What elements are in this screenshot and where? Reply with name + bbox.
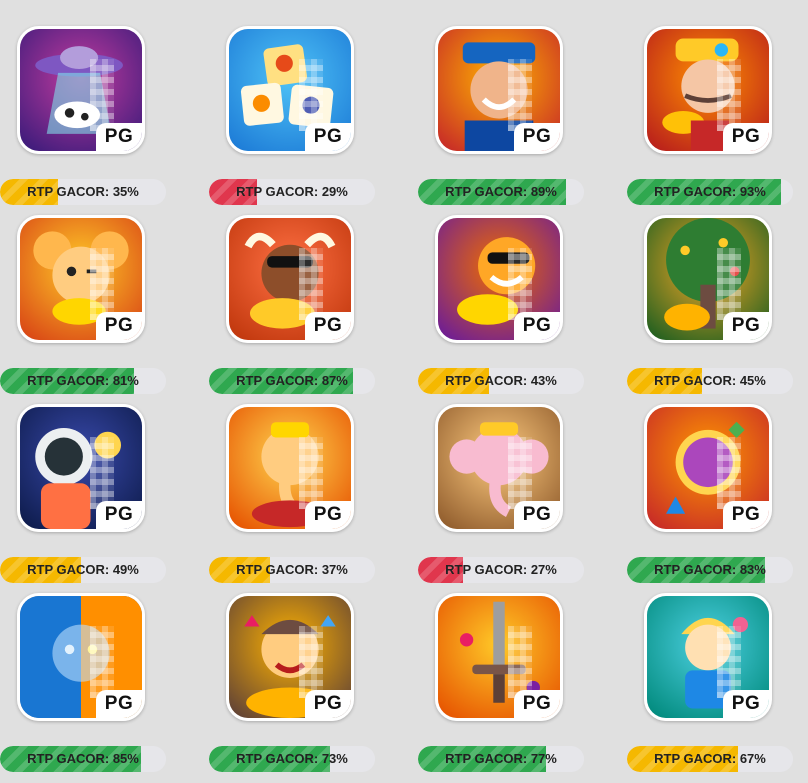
game-card[interactable]: PG RTP GACOR: 27% bbox=[418, 404, 588, 594]
rtp-label: RTP GACOR: 45% bbox=[654, 373, 766, 388]
pixel-fade-decoration bbox=[717, 248, 741, 320]
rtp-label: RTP GACOR: 83% bbox=[654, 562, 766, 577]
rtp-label: RTP GACOR: 67% bbox=[654, 751, 766, 766]
pg-logo-badge: PG bbox=[723, 312, 769, 340]
rtp-label: RTP GACOR: 37% bbox=[236, 562, 348, 577]
game-card[interactable]: PG RTP GACOR: 89% bbox=[418, 26, 588, 216]
pg-logo-badge: PG bbox=[514, 123, 560, 151]
rtp-label: RTP GACOR: 77% bbox=[445, 751, 557, 766]
rtp-progress-bar: RTP GACOR: 89% bbox=[418, 179, 584, 205]
rtp-progress-bar: RTP GACOR: 81% bbox=[0, 368, 166, 394]
pixel-fade-decoration bbox=[90, 248, 114, 320]
pg-logo-badge: PG bbox=[96, 501, 142, 529]
pg-logo-badge: PG bbox=[96, 123, 142, 151]
game-card[interactable]: PG RTP GACOR: 67% bbox=[627, 593, 797, 783]
pixel-fade-decoration bbox=[717, 626, 741, 698]
pixel-fade-decoration bbox=[508, 437, 532, 509]
game-card[interactable]: PG RTP GACOR: 87% bbox=[209, 215, 379, 405]
game-thumbnail[interactable]: PG bbox=[17, 215, 145, 343]
rtp-progress-bar: RTP GACOR: 77% bbox=[418, 746, 584, 772]
pg-logo-badge: PG bbox=[96, 312, 142, 340]
pixel-fade-decoration bbox=[299, 59, 323, 131]
game-card[interactable]: PG RTP GACOR: 35% bbox=[0, 26, 170, 216]
game-thumbnail[interactable]: PG bbox=[17, 593, 145, 721]
rtp-progress-bar: RTP GACOR: 73% bbox=[209, 746, 375, 772]
game-thumbnail[interactable]: PG bbox=[435, 215, 563, 343]
pg-logo-badge: PG bbox=[305, 690, 351, 718]
game-card[interactable]: PG RTP GACOR: 77% bbox=[418, 593, 588, 783]
rtp-label: RTP GACOR: 87% bbox=[236, 373, 348, 388]
game-thumbnail[interactable]: PG bbox=[644, 215, 772, 343]
pixel-fade-decoration bbox=[717, 437, 741, 509]
game-card[interactable]: PG RTP GACOR: 81% bbox=[0, 215, 170, 405]
pixel-fade-decoration bbox=[299, 437, 323, 509]
rtp-label: RTP GACOR: 85% bbox=[27, 751, 139, 766]
pixel-fade-decoration bbox=[508, 626, 532, 698]
game-grid: PG RTP GACOR: 35% PG RTP GACOR: 29% PG RTP … bbox=[0, 0, 808, 772]
game-thumbnail[interactable]: PG bbox=[226, 26, 354, 154]
rtp-label: RTP GACOR: 93% bbox=[654, 184, 766, 199]
rtp-label: RTP GACOR: 73% bbox=[236, 751, 348, 766]
rtp-label: RTP GACOR: 29% bbox=[236, 184, 348, 199]
rtp-label: RTP GACOR: 35% bbox=[27, 184, 139, 199]
game-thumbnail[interactable]: PG bbox=[644, 404, 772, 532]
rtp-progress-bar: RTP GACOR: 93% bbox=[627, 179, 793, 205]
pg-logo-badge: PG bbox=[305, 501, 351, 529]
pixel-fade-decoration bbox=[90, 59, 114, 131]
rtp-progress-bar: RTP GACOR: 37% bbox=[209, 557, 375, 583]
rtp-progress-bar: RTP GACOR: 87% bbox=[209, 368, 375, 394]
game-card[interactable]: PG RTP GACOR: 49% bbox=[0, 404, 170, 594]
game-thumbnail[interactable]: PG bbox=[435, 593, 563, 721]
game-card[interactable]: PG RTP GACOR: 43% bbox=[418, 215, 588, 405]
rtp-progress-bar: RTP GACOR: 43% bbox=[418, 368, 584, 394]
game-thumbnail[interactable]: PG bbox=[226, 215, 354, 343]
rtp-progress-bar: RTP GACOR: 29% bbox=[209, 179, 375, 205]
game-thumbnail[interactable]: PG bbox=[17, 404, 145, 532]
game-card[interactable]: PG RTP GACOR: 73% bbox=[209, 593, 379, 783]
game-card[interactable]: PG RTP GACOR: 83% bbox=[627, 404, 797, 594]
pixel-fade-decoration bbox=[508, 248, 532, 320]
rtp-label: RTP GACOR: 81% bbox=[27, 373, 139, 388]
game-thumbnail[interactable]: PG bbox=[644, 593, 772, 721]
rtp-progress-bar: RTP GACOR: 27% bbox=[418, 557, 584, 583]
pixel-fade-decoration bbox=[717, 59, 741, 131]
pg-logo-badge: PG bbox=[514, 312, 560, 340]
game-thumbnail[interactable]: PG bbox=[226, 404, 354, 532]
pg-logo-badge: PG bbox=[96, 690, 142, 718]
rtp-label: RTP GACOR: 43% bbox=[445, 373, 557, 388]
game-thumbnail[interactable]: PG bbox=[644, 26, 772, 154]
pixel-fade-decoration bbox=[299, 248, 323, 320]
game-thumbnail[interactable]: PG bbox=[435, 26, 563, 154]
game-card[interactable]: PG RTP GACOR: 85% bbox=[0, 593, 170, 783]
rtp-progress-bar: RTP GACOR: 45% bbox=[627, 368, 793, 394]
rtp-progress-bar: RTP GACOR: 85% bbox=[0, 746, 166, 772]
rtp-label: RTP GACOR: 89% bbox=[445, 184, 557, 199]
game-card[interactable]: PG RTP GACOR: 93% bbox=[627, 26, 797, 216]
pixel-fade-decoration bbox=[90, 437, 114, 509]
pg-logo-badge: PG bbox=[723, 501, 769, 529]
game-thumbnail[interactable]: PG bbox=[435, 404, 563, 532]
pixel-fade-decoration bbox=[90, 626, 114, 698]
rtp-label: RTP GACOR: 49% bbox=[27, 562, 139, 577]
game-thumbnail[interactable]: PG bbox=[226, 593, 354, 721]
pixel-fade-decoration bbox=[508, 59, 532, 131]
rtp-progress-bar: RTP GACOR: 67% bbox=[627, 746, 793, 772]
rtp-progress-bar: RTP GACOR: 49% bbox=[0, 557, 166, 583]
pg-logo-badge: PG bbox=[514, 690, 560, 718]
pixel-fade-decoration bbox=[299, 626, 323, 698]
game-thumbnail[interactable]: PG bbox=[17, 26, 145, 154]
pg-logo-badge: PG bbox=[514, 501, 560, 529]
pg-logo-badge: PG bbox=[723, 123, 769, 151]
rtp-progress-bar: RTP GACOR: 35% bbox=[0, 179, 166, 205]
rtp-progress-bar: RTP GACOR: 83% bbox=[627, 557, 793, 583]
game-card[interactable]: PG RTP GACOR: 45% bbox=[627, 215, 797, 405]
rtp-label: RTP GACOR: 27% bbox=[445, 562, 557, 577]
game-card[interactable]: PG RTP GACOR: 29% bbox=[209, 26, 379, 216]
pg-logo-badge: PG bbox=[305, 312, 351, 340]
pg-logo-badge: PG bbox=[305, 123, 351, 151]
game-card[interactable]: PG RTP GACOR: 37% bbox=[209, 404, 379, 594]
pg-logo-badge: PG bbox=[723, 690, 769, 718]
